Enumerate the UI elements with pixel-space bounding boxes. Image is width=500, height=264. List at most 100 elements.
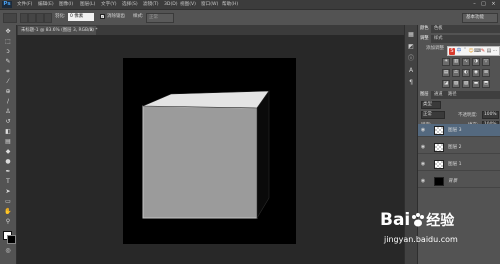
clone-stamp-icon[interactable]: ♙ [3,108,13,116]
opacity-input[interactable]: 100% [482,111,499,119]
healing-brush-icon[interactable]: ⊕ [3,88,13,96]
quick-mask-icon[interactable]: ◎ [3,247,13,255]
quick-select-icon[interactable]: ✎ [3,58,13,66]
channel-mixer-icon[interactable]: ⊞ [482,69,490,77]
layer-thumbnail [434,143,444,152]
document-canvas[interactable] [123,58,296,244]
blend-mode-select[interactable]: 正常 [421,111,445,119]
menu-select[interactable]: 选择(S) [122,1,138,8]
tab-color[interactable]: 颜色 [418,25,431,33]
menu-file[interactable]: 文件(F) [17,1,32,8]
exposure-icon[interactable]: ◑ [472,58,480,66]
marquee-tool-icon[interactable]: ⬚ [3,38,13,46]
adjustment-icons-row-3: ◪ ▨ ▧ ▬ ⬒ [442,80,498,89]
tab-adjustments[interactable]: 调整 [418,35,431,43]
black-white-icon[interactable]: ◐ [462,69,470,77]
vibrance-icon[interactable]: ▽ [482,58,490,66]
levels-icon[interactable]: ▥ [452,58,460,66]
pen-tool-icon[interactable]: ✒ [3,168,13,176]
crop-tool-icon[interactable]: ⌗ [3,68,13,76]
brush-tool-icon[interactable]: ∕ [3,98,13,106]
history-brush-icon[interactable]: ↺ [3,118,13,126]
adjustment-icons-row-2: ▤ ⚖ ◐ ◉ ⊞ [442,69,498,78]
tab-channels[interactable]: 通道 [432,91,445,99]
layer-name: 图层 2 [448,145,462,150]
selective-color-icon[interactable]: ⬒ [482,80,490,88]
blur-tool-icon[interactable]: ◆ [3,148,13,156]
layer-thumbnail [434,126,444,135]
photoshop-logo: Ps [2,1,12,8]
layer-row-background[interactable]: ◉ 背景 [418,175,500,188]
eye-icon[interactable]: ◉ [420,178,426,184]
tab-styles[interactable]: 样式 [432,35,445,43]
minimize-icon[interactable]: – [471,1,478,7]
maximize-icon[interactable]: □ [480,1,487,7]
photo-filter-icon[interactable]: ◉ [472,69,480,77]
layer-thumbnail [434,177,444,186]
add-selection-icon[interactable] [28,13,36,23]
lasso-tool-icon[interactable]: ↄ [3,48,13,56]
style-label: 样式: [133,14,144,19]
menu-layer[interactable]: 图层(L) [80,1,95,8]
document-tab[interactable]: 未标题-1 @ 83.6% (图层 3, RGB/8) * × [18,26,98,35]
close-tab-icon[interactable]: × [89,26,94,35]
background-color-swatch[interactable] [7,235,16,244]
tab-layers[interactable]: 图层 [418,91,431,99]
intersect-selection-icon[interactable] [44,13,52,23]
tab-swatches[interactable]: 色板 [432,25,445,33]
layer-kind-filter[interactable]: 类型 [421,101,441,109]
path-select-icon[interactable]: ➤ [3,188,13,196]
type-tool-icon[interactable]: T [3,178,13,186]
zoom-tool-icon[interactable]: ⚲ [3,218,13,226]
menu-type[interactable]: 文字(Y) [101,1,117,8]
menu-window[interactable]: 窗口(W) [201,1,218,8]
posterize-icon[interactable]: ▨ [452,80,460,88]
invert-icon[interactable]: ◪ [442,80,450,88]
ime-more-icon[interactable]: ⋯ [492,48,498,55]
baidu-jingyan-watermark: Bai 经验 jingyan.baidu.com [380,208,498,260]
gradient-map-icon[interactable]: ▬ [472,80,480,88]
move-tool-icon[interactable]: ✥ [3,28,13,36]
eye-icon[interactable]: ◉ [420,127,426,133]
eyedropper-icon[interactable]: ⁄ [3,78,13,86]
layer-row-layer3[interactable]: ◉ 图层 3 [418,124,500,137]
layer-row-layer1[interactable]: ◉ 图层 1 [418,158,500,171]
menu-view[interactable]: 视图(V) [180,1,196,8]
menu-edit[interactable]: 编辑(E) [38,1,54,8]
eye-icon[interactable]: ◉ [420,161,426,167]
style-select[interactable]: 正常 [146,13,174,23]
history-panel-icon[interactable]: ▦ [407,31,415,39]
menu-filter[interactable]: 滤镜(T) [143,1,159,8]
new-selection-icon[interactable] [20,13,28,23]
shape-tool-icon[interactable]: ▭ [3,198,13,206]
sogou-logo-icon[interactable]: S [449,48,455,55]
character-panel-icon[interactable]: A [407,67,415,75]
paw-logo-icon [410,212,426,228]
layer-row-layer2[interactable]: ◉ 图层 2 [418,141,500,154]
properties-panel-icon[interactable]: ◩ [407,43,415,51]
eraser-icon[interactable]: ◧ [3,128,13,136]
threshold-icon[interactable]: ▧ [462,80,470,88]
antialias-checkbox[interactable]: ✓ [100,14,105,19]
dodge-tool-icon[interactable]: ● [3,158,13,166]
opacity-label: 不透明度: [458,113,478,118]
info-panel-icon[interactable]: ⓘ [407,55,415,63]
close-icon[interactable]: × [490,1,497,7]
eye-icon[interactable]: ◉ [420,144,426,150]
subtract-selection-icon[interactable] [36,13,44,23]
feather-input[interactable]: 0 像素 [68,13,94,21]
tab-paths[interactable]: 路径 [446,91,459,99]
hue-saturation-icon[interactable]: ▤ [442,69,450,77]
hand-tool-icon[interactable]: ✋ [3,208,13,216]
curves-icon[interactable]: ∿ [462,58,470,66]
marquee-preset-icon[interactable] [3,13,17,23]
workspace-switcher[interactable]: 基本功能 [462,13,498,23]
menu-3d[interactable]: 3D(D) [164,1,178,8]
menu-image[interactable]: 图像(I) [59,1,73,8]
paragraph-panel-icon[interactable]: ¶ [407,79,415,87]
gradient-tool-icon[interactable]: ▤ [3,138,13,146]
color-balance-icon[interactable]: ⚖ [452,69,460,77]
brightness-icon[interactable]: ☀ [442,58,450,66]
menu-help[interactable]: 帮助(H) [222,1,238,8]
adjust-panel-tabs: 调整 样式 [418,35,500,43]
